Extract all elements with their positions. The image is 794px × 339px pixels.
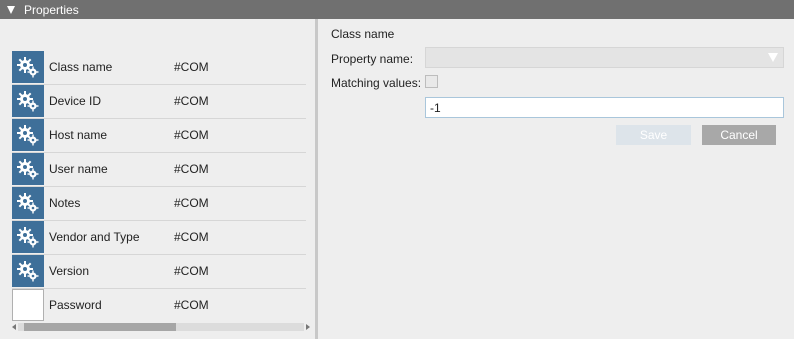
- editor-title: Class name: [331, 27, 395, 41]
- blank-icon: [12, 289, 44, 321]
- matching-value-input[interactable]: -1: [425, 97, 784, 118]
- property-editor-panel: Class name Property name: Matching value…: [318, 19, 794, 339]
- property-value: #COM: [174, 60, 209, 74]
- property-label: Version: [49, 264, 90, 278]
- collapse-triangle-icon[interactable]: [7, 5, 15, 14]
- property-label: Notes: [49, 196, 81, 210]
- matching-values-checkbox[interactable]: [425, 75, 438, 88]
- property-label: Device ID: [49, 94, 102, 108]
- dropdown-button[interactable]: [763, 48, 783, 67]
- property-list-panel: Class name #COM Device ID #COM Host name…: [0, 19, 315, 339]
- property-row[interactable]: Password #COM: [12, 289, 306, 322]
- property-value: #COM: [174, 196, 209, 210]
- scroll-left-icon[interactable]: [12, 324, 16, 330]
- scroll-right-icon[interactable]: [306, 324, 310, 330]
- property-label: Vendor and Type: [49, 230, 140, 244]
- property-row[interactable]: User name #COM: [12, 153, 306, 186]
- save-button[interactable]: Save: [616, 125, 691, 145]
- property-name-label: Property name:: [331, 52, 414, 66]
- header-title: Properties: [24, 2, 79, 17]
- chevron-down-icon: [768, 53, 778, 62]
- property-row[interactable]: Vendor and Type #COM: [12, 221, 306, 254]
- gears-icon: [12, 153, 44, 185]
- property-value: #COM: [174, 94, 209, 108]
- gears-icon: [12, 51, 44, 83]
- property-label: Class name: [49, 60, 113, 74]
- property-label: User name: [49, 162, 108, 176]
- property-value: #COM: [174, 298, 209, 312]
- horizontal-scrollbar[interactable]: [12, 323, 310, 332]
- property-label: Host name: [49, 128, 108, 142]
- gears-icon: [12, 85, 44, 117]
- gears-icon: [12, 119, 44, 151]
- scrollbar-track[interactable]: [18, 323, 304, 331]
- gears-icon: [12, 255, 44, 287]
- property-row[interactable]: Version #COM: [12, 255, 306, 288]
- property-value: #COM: [174, 230, 209, 244]
- property-value: #COM: [174, 162, 209, 176]
- matching-values-label: Matching values:: [331, 76, 422, 90]
- cancel-button[interactable]: Cancel: [702, 125, 776, 145]
- property-row[interactable]: Class name #COM: [12, 51, 306, 84]
- property-label: Password: [49, 298, 102, 312]
- scrollbar-thumb[interactable]: [24, 323, 176, 331]
- properties-header[interactable]: Properties: [0, 0, 794, 19]
- property-row[interactable]: Notes #COM: [12, 187, 306, 220]
- property-value: #COM: [174, 128, 209, 142]
- property-row[interactable]: Host name #COM: [12, 119, 306, 152]
- gears-icon: [12, 187, 44, 219]
- property-name-select[interactable]: [425, 47, 784, 68]
- property-value: #COM: [174, 264, 209, 278]
- property-row[interactable]: Device ID #COM: [12, 85, 306, 118]
- gears-icon: [12, 221, 44, 253]
